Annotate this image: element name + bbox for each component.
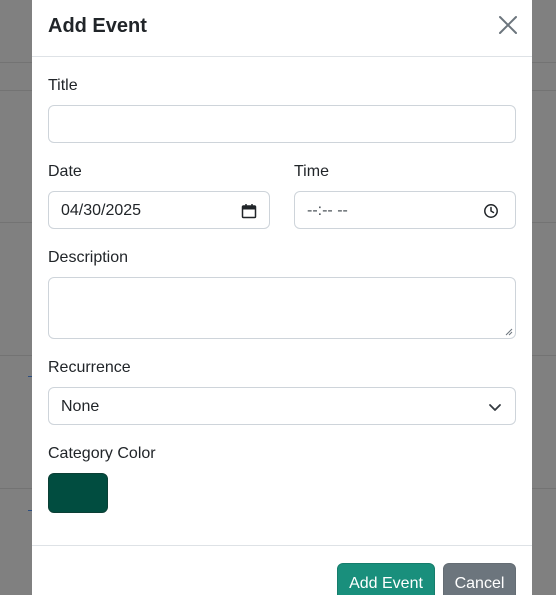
resize-grip-icon[interactable]: [505, 328, 513, 336]
add-event-button[interactable]: Add Event: [337, 563, 435, 595]
close-button[interactable]: [494, 11, 522, 39]
date-label: Date: [48, 163, 82, 180]
time-input-value: --:-- --: [307, 202, 348, 219]
category-color-label: Category Color: [48, 445, 156, 462]
modal-title: Add Event: [48, 15, 147, 37]
category-color-picker[interactable]: [48, 473, 108, 513]
date-input[interactable]: 04/30/2025: [48, 191, 270, 229]
add-event-modal: Add Event Title Date 04/30/2025 Time --:…: [32, 0, 532, 595]
date-input-value: 04/30/2025: [61, 202, 142, 219]
title-input[interactable]: [48, 105, 516, 143]
time-input[interactable]: --:-- --: [294, 191, 516, 229]
calendar-icon[interactable]: [241, 203, 257, 219]
recurrence-selected-value: None: [61, 398, 100, 415]
time-label: Time: [294, 163, 329, 180]
description-textarea[interactable]: [48, 277, 516, 339]
chevron-down-icon: [489, 404, 501, 411]
modal-header: Add Event: [32, 0, 532, 57]
close-icon: [499, 16, 517, 34]
clock-icon[interactable]: [483, 203, 499, 219]
description-label: Description: [48, 249, 129, 266]
recurrence-label: Recurrence: [48, 359, 131, 376]
modal-footer: Add Event Cancel: [32, 545, 532, 595]
cancel-button[interactable]: Cancel: [443, 563, 516, 595]
recurrence-select[interactable]: None: [48, 387, 516, 425]
title-label: Title: [48, 77, 78, 94]
